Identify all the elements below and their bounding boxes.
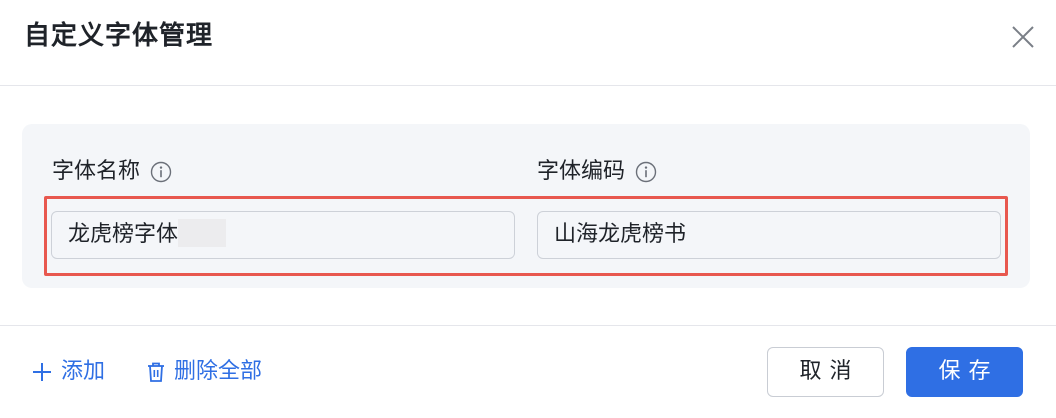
font-code-value: 山海龙虎榜书 <box>554 222 687 247</box>
delete-all-button[interactable]: 删除全部 <box>146 356 262 388</box>
plus-icon <box>33 363 51 381</box>
dialog-header: 自定义字体管理 <box>0 0 1056 86</box>
info-icon[interactable] <box>635 161 657 183</box>
font-code-label-text: 字体编码 <box>537 159 626 184</box>
info-icon[interactable] <box>150 161 172 183</box>
dialog-title: 自定义字体管理 <box>24 21 214 51</box>
cancel-button[interactable]: 取消 <box>767 347 884 397</box>
font-name-input[interactable]: 龙虎榜字体 <box>51 211 515 259</box>
add-button-label: 添加 <box>61 359 106 384</box>
font-code-input[interactable]: 山海龙虎榜书 <box>537 211 1001 259</box>
font-name-label-text: 字体名称 <box>52 159 141 184</box>
font-management-dialog: 自定义字体管理 字体名称 字体编码 龙虎榜字体 山海龙虎榜书 添加 删除全部 取… <box>0 0 1056 418</box>
font-name-value: 龙虎榜字体 <box>68 222 179 247</box>
footer-divider <box>0 325 1056 326</box>
redacted-block <box>178 219 227 247</box>
font-code-label: 字体编码 <box>537 156 657 188</box>
font-name-label: 字体名称 <box>52 156 172 188</box>
save-button[interactable]: 保存 <box>906 347 1023 397</box>
close-icon[interactable] <box>1010 24 1036 50</box>
delete-all-label: 删除全部 <box>174 359 263 384</box>
add-button[interactable]: 添加 <box>31 356 105 388</box>
trash-icon <box>148 362 164 382</box>
